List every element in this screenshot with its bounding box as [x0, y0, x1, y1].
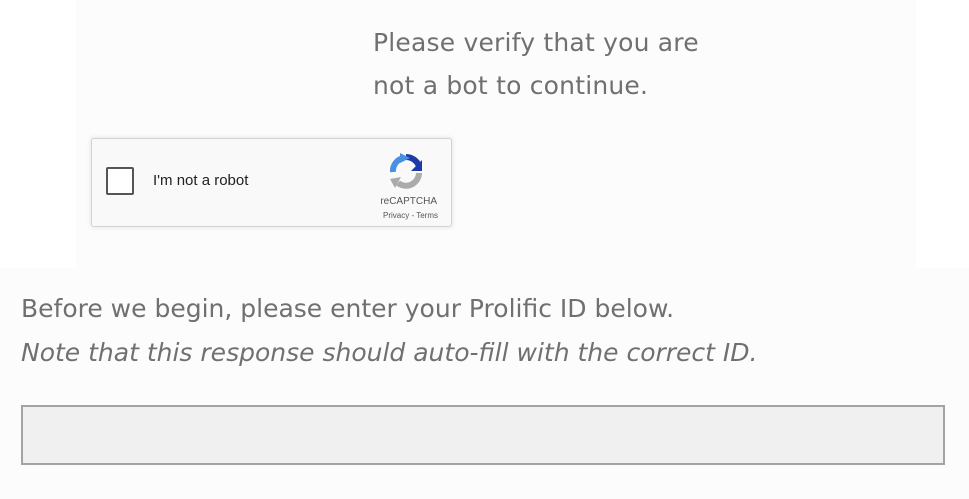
terms-link[interactable]: Terms: [416, 211, 438, 220]
recaptcha-links: Privacy - Terms: [383, 211, 438, 220]
prolific-id-question: Before we begin, please enter your Proli…: [0, 268, 969, 499]
not-a-robot-label: I'm not a robot: [153, 172, 249, 189]
prolific-id-instruction: Before we begin, please enter your Proli…: [21, 294, 675, 323]
prolific-id-note: Note that this response should auto-fill…: [21, 338, 758, 367]
captcha-prompt-line-2: not a bot to continue.: [373, 71, 649, 100]
not-a-robot-checkbox[interactable]: [106, 167, 134, 195]
recaptcha-brand: reCAPTCHA: [380, 196, 437, 207]
prolific-id-input[interactable]: [21, 405, 945, 465]
captcha-prompt: Please verify that you are not a bot to …: [373, 21, 793, 107]
captcha-prompt-line-1: Please verify that you are: [373, 28, 699, 57]
prolific-id-question-text: Before we begin, please enter your Proli…: [21, 287, 951, 375]
captcha-question: Please verify that you are not a bot to …: [76, 0, 916, 268]
privacy-link[interactable]: Privacy: [383, 211, 409, 220]
recaptcha-logo-icon: [389, 153, 422, 189]
survey-page: Please verify that you are not a bot to …: [0, 0, 969, 499]
recaptcha-widget: I'm not a robot reCAPTCHA Privacy - Term…: [91, 138, 452, 227]
